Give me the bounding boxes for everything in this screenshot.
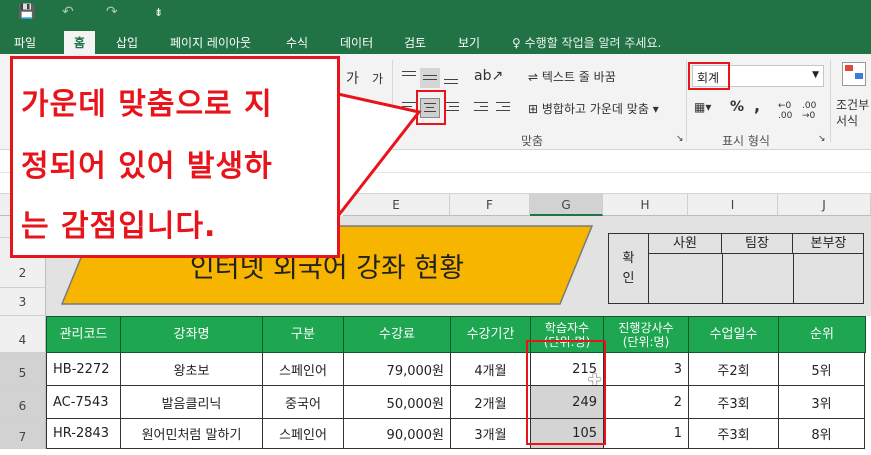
column-header-f[interactable]: F bbox=[450, 194, 530, 216]
tab-insert[interactable]: 삽입 bbox=[116, 34, 138, 51]
comma-style-button[interactable]: , bbox=[754, 96, 760, 115]
lightbulb-icon: ♀ bbox=[512, 36, 525, 50]
table-cell[interactable]: 79,000원 bbox=[344, 353, 451, 386]
chevron-down-icon: ▾ bbox=[648, 102, 659, 116]
percent-style-button[interactable]: % bbox=[730, 99, 744, 115]
approval-role-team-leader: 팀장 bbox=[722, 234, 793, 254]
approval-role-staff: 사원 bbox=[649, 234, 722, 254]
merge-center-button[interactable]: ⊞ 병합하고 가운데 맞춤 ▾ bbox=[528, 100, 659, 117]
callout-line-2: 정되어 있어 발생하 bbox=[21, 149, 273, 184]
table-cell[interactable]: 3위 bbox=[779, 386, 865, 419]
table-cell[interactable]: 5위 bbox=[779, 353, 865, 386]
annotation-callout: 가운데 맞춤으로 지 정되어 있어 발생하 는 감점입니다. bbox=[10, 56, 340, 258]
table-cell[interactable]: 스페인어 bbox=[263, 419, 344, 449]
table-cell[interactable]: 2 bbox=[604, 386, 689, 419]
table-cell[interactable]: AC-7543 bbox=[47, 386, 121, 419]
tell-me-search[interactable]: ♀ 수행할 작업을 알려 주세요. bbox=[512, 34, 661, 51]
table-cell[interactable]: 주3회 bbox=[689, 386, 779, 419]
merge-icon: ⊞ bbox=[528, 102, 542, 116]
wrap-text-button[interactable]: ⇌ 텍스트 줄 바꿈 bbox=[528, 68, 616, 85]
tab-view[interactable]: 보기 bbox=[458, 34, 480, 51]
tell-me-text: 수행할 작업을 알려 주세요. bbox=[524, 36, 662, 50]
table-cell[interactable]: 주2회 bbox=[689, 353, 779, 386]
table-header-row: 관리코드 강좌명 구분 수강료 수강기간 학습자수 (단위:명) 진행강사수 (… bbox=[46, 316, 866, 353]
callout-pointer bbox=[336, 92, 422, 218]
row-header-6[interactable]: 6 bbox=[0, 386, 46, 419]
column-header-g[interactable]: G bbox=[530, 194, 603, 216]
title-bar: 💾 ↶ ↷ ⇟ bbox=[0, 0, 871, 28]
orientation-icon[interactable]: ab↗ bbox=[474, 68, 503, 84]
conditional-format-label-2[interactable]: 서식 bbox=[836, 112, 858, 129]
table-cell[interactable]: 8위 bbox=[779, 419, 865, 449]
ribbon-tabs: 파일 홈 삽입 페이지 레이아웃 수식 데이터 검토 보기 ♀ 수행할 작업을 … bbox=[0, 28, 871, 54]
callout-line-1: 가운데 맞춤으로 지 bbox=[21, 87, 273, 122]
table-cell[interactable]: 중국어 bbox=[263, 386, 344, 419]
table-cell[interactable]: 2개월 bbox=[451, 386, 531, 419]
table-cell[interactable]: 50,000원 bbox=[344, 386, 451, 419]
table-cell[interactable]: 3개월 bbox=[451, 419, 531, 449]
table-cell[interactable]: HR-2843 bbox=[47, 419, 121, 449]
approval-box: 확인 사원 팀장 본부장 bbox=[608, 233, 864, 304]
row-header-7[interactable]: 7 bbox=[0, 419, 46, 449]
save-icon[interactable]: 💾 bbox=[18, 4, 35, 20]
accounting-format-icon[interactable]: ▦▾ bbox=[694, 100, 711, 114]
row-header-3[interactable]: 3 bbox=[0, 288, 46, 316]
table-cell[interactable]: 주3회 bbox=[689, 419, 779, 449]
header-course: 강좌명 bbox=[121, 317, 263, 352]
align-bottom-icon[interactable] bbox=[442, 68, 462, 88]
header-category: 구분 bbox=[263, 317, 344, 352]
dialog-launcher-icon[interactable]: ↘ bbox=[676, 134, 684, 144]
column-header-i[interactable]: I bbox=[688, 194, 778, 216]
wrap-text-label: 텍스트 줄 바꿈 bbox=[541, 70, 616, 84]
table-cell[interactable]: 왕초보 bbox=[121, 353, 263, 386]
increase-indent-icon[interactable] bbox=[494, 98, 514, 118]
row-header-4[interactable]: 4 bbox=[0, 316, 46, 353]
annotation-highlight-number-format bbox=[688, 62, 730, 90]
wrap-text-icon: ⇌ bbox=[528, 70, 542, 84]
table-cell[interactable]: HB-2272 bbox=[47, 353, 121, 386]
table-body: HB-2272 왕초보 스페인어 79,000원 4개월 215 3 주2회 5… bbox=[46, 353, 866, 449]
row-header-5[interactable]: 5 bbox=[0, 353, 46, 386]
decrease-indent-icon[interactable] bbox=[472, 98, 492, 118]
tab-page-layout[interactable]: 페이지 레이아웃 bbox=[170, 34, 251, 51]
alignment-group-label: 맞춤 bbox=[521, 134, 544, 148]
tab-data[interactable]: 데이터 bbox=[340, 34, 373, 51]
increase-decimal-icon[interactable]: ←0.00 bbox=[778, 101, 792, 121]
tab-home[interactable]: 홈 bbox=[64, 31, 96, 54]
approval-role-director: 본부장 bbox=[793, 234, 864, 254]
table-cell[interactable]: 원어민처럼 말하기 bbox=[121, 419, 263, 449]
column-header-h[interactable]: H bbox=[603, 194, 688, 216]
merge-center-label: 병합하고 가운데 맞춤 bbox=[541, 102, 649, 116]
header-instructors: 진행강사수 (단위:명) bbox=[604, 317, 689, 352]
tab-file[interactable]: 파일 bbox=[14, 34, 36, 51]
tab-formulas[interactable]: 수식 bbox=[286, 34, 308, 51]
chevron-down-icon: ▼ bbox=[812, 70, 819, 80]
approval-label: 확인 bbox=[609, 234, 649, 303]
annotation-highlight-column-g bbox=[526, 340, 606, 445]
table-cell[interactable]: 스페인어 bbox=[263, 353, 344, 386]
column-header-j[interactable]: J bbox=[778, 194, 871, 216]
conditional-formatting-icon[interactable] bbox=[842, 62, 866, 86]
redo-icon[interactable]: ↷ bbox=[106, 4, 118, 20]
header-code: 관리코드 bbox=[47, 317, 121, 352]
table-cell[interactable]: 발음클리닉 bbox=[121, 386, 263, 419]
header-period: 수강기간 bbox=[451, 317, 531, 352]
callout-line-3: 는 감점입니다. bbox=[21, 209, 217, 244]
decrease-decimal-icon[interactable]: .00 →0 bbox=[802, 101, 816, 121]
table-cell[interactable]: 90,000원 bbox=[344, 419, 451, 449]
customize-quick-access-icon[interactable]: ⇟ bbox=[154, 6, 163, 19]
undo-icon[interactable]: ↶ bbox=[62, 4, 74, 20]
tab-review[interactable]: 검토 bbox=[404, 34, 426, 51]
conditional-format-label-1[interactable]: 조건부 bbox=[836, 96, 869, 113]
number-group-label: 표시 형식 bbox=[722, 134, 770, 148]
header-fee: 수강료 bbox=[344, 317, 451, 352]
dialog-launcher-icon[interactable]: ↘ bbox=[818, 134, 826, 144]
table-cell[interactable]: 4개월 bbox=[451, 353, 531, 386]
header-class-days: 수업일수 bbox=[689, 317, 779, 352]
table-cell[interactable]: 1 bbox=[604, 419, 689, 449]
table-cell[interactable]: 3 bbox=[604, 353, 689, 386]
header-rank: 순위 bbox=[779, 317, 865, 352]
